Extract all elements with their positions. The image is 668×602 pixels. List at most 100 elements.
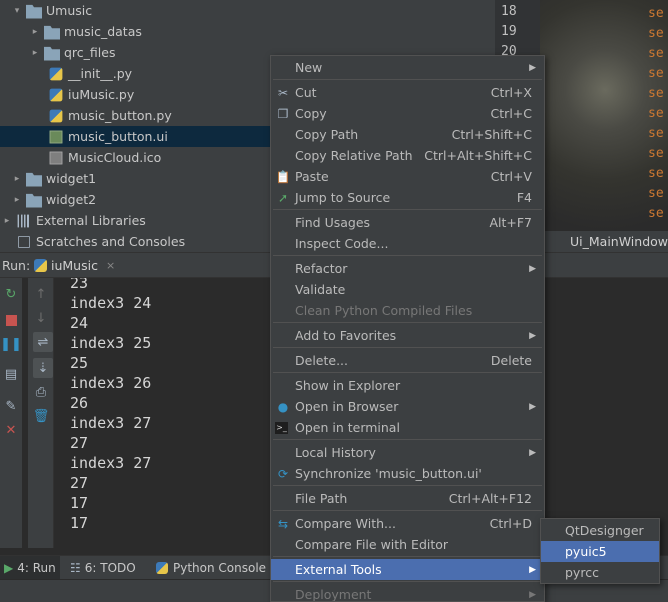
menu-item-deployment: Deployment ▶	[271, 584, 544, 601]
menu-item-synchronize-music-button-ui[interactable]: ⟳ Synchronize 'music_button.ui'	[271, 463, 544, 484]
menu-item-open-in-browser[interactable]: ● Open in Browser ▶	[271, 396, 544, 417]
menu-item-delete[interactable]: Delete... Delete	[271, 350, 544, 371]
expand-arrow-icon[interactable]: ▸	[12, 168, 22, 189]
menu-item-compare-file-with-editor[interactable]: Compare File with Editor	[271, 534, 544, 555]
menu-item-paste[interactable]: 📋 Paste Ctrl+V	[271, 166, 544, 187]
tree-item-label: iuMusic.py	[68, 87, 135, 102]
close-icon[interactable]: ×	[106, 259, 115, 272]
menu-item-label: Jump to Source	[295, 190, 391, 205]
close-icon[interactable]: ✕	[3, 422, 19, 438]
python-file-icon	[49, 88, 63, 101]
menu-item-shortcut: Delete	[490, 353, 532, 368]
menu-item-copy-relative-path[interactable]: Copy Relative Path Ctrl+Alt+Shift+C	[271, 145, 544, 166]
menu-item-label: Open in Browser	[295, 399, 399, 414]
tab-run[interactable]: ▶ 4: Run	[0, 556, 60, 580]
python-icon	[156, 562, 168, 574]
scratches-icon	[18, 235, 30, 248]
pause-icon[interactable]: ❚❚	[0, 336, 22, 352]
menu-item-open-in-terminal[interactable]: >_ Open in terminal	[271, 417, 544, 438]
expand-arrow-icon[interactable]: ▸	[2, 210, 12, 231]
expand-arrow-icon[interactable]: ▾	[12, 0, 22, 21]
menu-item-jump-to-source[interactable]: ➚ Jump to Source F4	[271, 187, 544, 208]
tab-run-label: 4: Run	[17, 561, 56, 575]
menu-item-shortcut: F4	[516, 190, 532, 205]
trash-icon[interactable]: 🗑	[33, 408, 50, 424]
expand-arrow-icon[interactable]: ▸	[12, 189, 22, 210]
stop-icon[interactable]	[3, 312, 19, 328]
menu-item-find-usages[interactable]: Find Usages Alt+F7	[271, 212, 544, 233]
tree-item[interactable]: ▾ Umusic	[0, 0, 495, 21]
down-arrow-icon[interactable]: ↓	[33, 310, 49, 326]
menu-item-shortcut: Alt+F7	[489, 215, 532, 230]
submenu-item-pyuic5[interactable]: pyuic5	[541, 541, 659, 562]
menu-item-external-tools[interactable]: External Tools ▶	[271, 559, 544, 580]
expand-arrow-icon[interactable]: ▸	[30, 21, 40, 42]
folder-icon	[44, 46, 60, 61]
menu-item-copy-path[interactable]: Copy Path Ctrl+Shift+C	[271, 124, 544, 145]
menu-separator	[273, 209, 542, 210]
code-fragment: se	[648, 126, 664, 141]
menu-item-show-in-explorer[interactable]: Show in Explorer	[271, 375, 544, 396]
tab-python-console[interactable]: Python Console	[156, 556, 266, 580]
menu-item-label: Cut	[295, 85, 317, 100]
tree-item-label: music_button.ui	[68, 129, 168, 144]
menu-item-label: Add to Favorites	[295, 328, 397, 343]
code-fragment: se	[648, 186, 664, 201]
menu-item-label: Delete...	[295, 353, 348, 368]
menu-item-shortcut: Ctrl+Alt+Shift+C	[424, 148, 532, 163]
print-icon[interactable]: ⎙	[33, 384, 49, 400]
tree-item-label: Scratches and Consoles	[36, 234, 186, 249]
menu-item-inspect-code[interactable]: Inspect Code...	[271, 233, 544, 254]
submenu-arrow-icon: ▶	[529, 263, 536, 274]
menu-item-label: External Tools	[295, 562, 382, 577]
up-arrow-icon[interactable]: ↑	[33, 286, 49, 302]
submenu-item-qtdesignger[interactable]: QtDesignger	[541, 520, 659, 541]
console-line: 27	[70, 474, 89, 492]
submenu-item-pyrcc[interactable]: pyrcc	[541, 562, 659, 583]
soft-wrap-icon[interactable]: ⇌	[33, 332, 53, 352]
menu-item-new[interactable]: New ▶	[271, 57, 544, 78]
tab-todo[interactable]: ☷ 6: TODO	[70, 556, 136, 580]
menu-item-refactor[interactable]: Refactor ▶	[271, 258, 544, 279]
menu-item-add-to-favorites[interactable]: Add to Favorites ▶	[271, 325, 544, 346]
menu-item-label: Copy Path	[295, 127, 359, 142]
menu-item-validate[interactable]: Validate	[271, 279, 544, 300]
menu-item-compare-with[interactable]: ⇆ Compare With... Ctrl+D	[271, 513, 544, 534]
tree-item-label: music_button.py	[68, 108, 172, 123]
tree-item[interactable]: ▸ music_datas	[0, 21, 495, 42]
code-fragment: se	[648, 26, 664, 41]
context-menu: New ▶ ✂ Cut Ctrl+X ❐ Copy Ctrl+C Copy Path Ctrl+S…	[270, 55, 545, 602]
console-line: 26	[70, 394, 89, 412]
menu-item-label: Compare File with Editor	[295, 537, 449, 552]
breadcrumb-class[interactable]: Ui_MainWindow	[570, 234, 668, 249]
menu-item-file-path[interactable]: File Path Ctrl+Alt+F12	[271, 488, 544, 509]
line-number: 19	[501, 24, 517, 39]
console-line: index3 27	[70, 414, 152, 432]
expand-arrow-icon[interactable]: ▸	[30, 42, 40, 63]
todo-icon: ☷	[70, 561, 81, 575]
menu-separator	[273, 255, 542, 256]
folder-icon	[26, 4, 42, 19]
python-icon	[34, 259, 47, 272]
run-tab-iumusic[interactable]: iuMusic ×	[34, 253, 129, 278]
menu-item-label: Show in Explorer	[295, 378, 401, 393]
menu-item-shortcut: Ctrl+X	[490, 85, 532, 100]
submenu-arrow-icon: ▶	[529, 589, 536, 600]
menu-item-label: Local History	[295, 445, 376, 460]
folder-icon	[44, 25, 60, 40]
rerun-icon[interactable]: ↻	[3, 286, 19, 302]
menu-item-local-history[interactable]: Local History ▶	[271, 442, 544, 463]
menu-item-cut[interactable]: ✂ Cut Ctrl+X	[271, 82, 544, 103]
console-line: 25	[70, 354, 89, 372]
scroll-to-end-icon[interactable]: ⇣	[33, 358, 53, 378]
menu-separator	[273, 372, 542, 373]
layout-icon[interactable]: ▤	[3, 366, 19, 382]
menu-item-label: Copy	[295, 106, 327, 121]
console-line: 17	[70, 494, 89, 512]
submenu-item-label: pyuic5	[565, 544, 607, 559]
run-toolbar-secondary: ↑ ↓ ⇌ ⇣ ⎙ 🗑	[28, 278, 54, 548]
pin-icon[interactable]: ✎	[3, 398, 19, 414]
menu-item-copy[interactable]: ❐ Copy Ctrl+C	[271, 103, 544, 124]
